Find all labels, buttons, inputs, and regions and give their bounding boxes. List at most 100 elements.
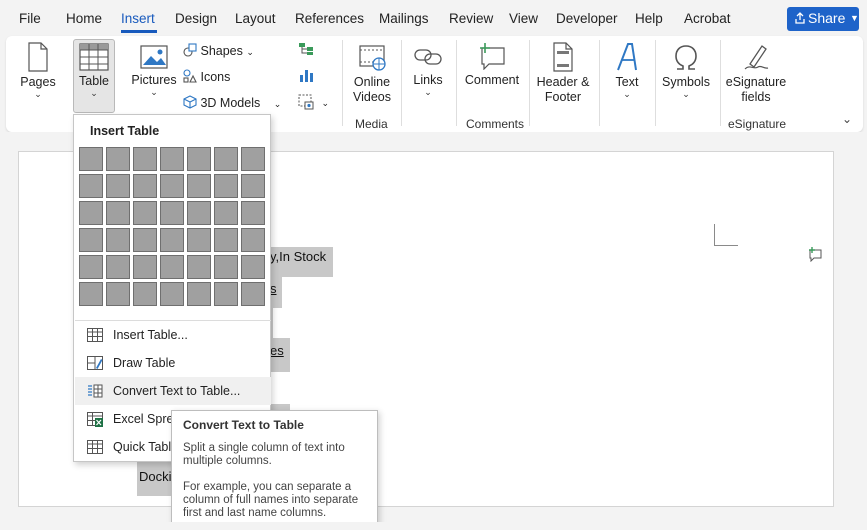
- table-grid-cell[interactable]: [160, 282, 184, 306]
- esignature-fields-button[interactable]: eSignature fields: [725, 42, 787, 105]
- margin-corner-marker: [714, 224, 738, 246]
- table-grid-cell[interactable]: [160, 174, 184, 198]
- convert-text-icon: [88, 384, 103, 398]
- table-grid-cell[interactable]: [79, 147, 103, 171]
- menu-view[interactable]: View: [509, 11, 538, 26]
- table-grid-cell[interactable]: [160, 201, 184, 225]
- online-videos-button[interactable]: Online Videos: [349, 44, 395, 105]
- table-grid-cell[interactable]: [133, 174, 157, 198]
- table-grid-cell[interactable]: [133, 228, 157, 252]
- comment-button[interactable]: Comment: [462, 42, 522, 88]
- table-grid-cell[interactable]: [214, 255, 238, 279]
- table-grid-cell[interactable]: [133, 282, 157, 306]
- table-grid-cell[interactable]: [187, 201, 211, 225]
- links-button[interactable]: Links ⌄: [409, 44, 447, 97]
- menu-mailings[interactable]: Mailings: [379, 11, 429, 26]
- highlighted-text: Docki: [137, 462, 173, 496]
- table-grid-cell[interactable]: [187, 147, 211, 171]
- table-grid-cell[interactable]: [241, 147, 265, 171]
- table-grid-cell[interactable]: [106, 147, 130, 171]
- screenshot-button[interactable]: ⌄: [298, 94, 329, 113]
- menu-acrobat[interactable]: Acrobat: [684, 11, 731, 26]
- table-grid-cell[interactable]: [241, 201, 265, 225]
- chevron-down-icon: ▼: [850, 13, 859, 23]
- online-video-icon: [359, 45, 386, 71]
- table-grid-cell[interactable]: [214, 282, 238, 306]
- table-grid-cell[interactable]: [79, 174, 103, 198]
- menu-review[interactable]: Review: [449, 11, 493, 26]
- chevron-down-icon: ⌄: [424, 87, 432, 97]
- table-grid-cell[interactable]: [241, 174, 265, 198]
- table-grid-cell[interactable]: [106, 228, 130, 252]
- menu-developer[interactable]: Developer: [556, 11, 618, 26]
- table-grid-cell[interactable]: [214, 228, 238, 252]
- shapes-button[interactable]: Shapes ⌄: [183, 43, 254, 58]
- table-grid-cell[interactable]: [106, 255, 130, 279]
- table-grid-cell[interactable]: [160, 228, 184, 252]
- smartart-button[interactable]: [298, 42, 314, 59]
- symbols-button[interactable]: Symbols ⌄: [661, 42, 711, 99]
- table-grid-cell[interactable]: [214, 174, 238, 198]
- table-button[interactable]: Table ⌄: [73, 39, 115, 113]
- table-grid-cell[interactable]: [133, 201, 157, 225]
- 3d-models-button[interactable]: 3D Models ⌄: [183, 95, 281, 110]
- ribbon-separator: [401, 40, 402, 126]
- omega-icon: [675, 45, 697, 70]
- table-grid-cell[interactable]: [79, 201, 103, 225]
- table-grid-cell[interactable]: [160, 147, 184, 171]
- chevron-down-icon: ⌄: [623, 89, 631, 99]
- table-grid-cell[interactable]: [106, 174, 130, 198]
- table-grid-cell[interactable]: [106, 282, 130, 306]
- pages-button[interactable]: Pages ⌄: [16, 42, 60, 99]
- menu-bar: File Home Insert Design Layout Reference…: [0, 0, 867, 36]
- text-fragment: Docki: [139, 469, 172, 484]
- group-label-comments: Comments: [466, 117, 525, 131]
- chart-button[interactable]: [298, 67, 314, 86]
- chevron-down-icon: ⌄: [34, 89, 42, 99]
- add-comment-icon[interactable]: [807, 246, 823, 262]
- table-grid-cell[interactable]: [133, 255, 157, 279]
- comment-icon: [480, 43, 505, 71]
- menu-file[interactable]: File: [19, 11, 41, 26]
- table-grid-cell[interactable]: [160, 255, 184, 279]
- draw-table-menu-item[interactable]: Draw Table: [75, 349, 271, 377]
- menu-design[interactable]: Design: [175, 11, 217, 26]
- table-grid-cell[interactable]: [187, 228, 211, 252]
- table-size-grid[interactable]: [79, 147, 265, 306]
- table-grid-cell[interactable]: [79, 228, 103, 252]
- insert-table-title: Insert Table: [90, 124, 160, 138]
- table-grid-cell[interactable]: [187, 174, 211, 198]
- table-grid-cell[interactable]: [79, 282, 103, 306]
- shapes-label: Shapes: [200, 44, 243, 58]
- icons-button[interactable]: Icons: [183, 69, 230, 84]
- table-grid-cell[interactable]: [241, 228, 265, 252]
- header-footer-icon: [553, 42, 573, 72]
- table-grid-cell[interactable]: [187, 282, 211, 306]
- header-footer-button[interactable]: Header & Footer: [533, 42, 593, 105]
- convert-text-to-table-tooltip: Convert Text to Table Split a single col…: [171, 410, 378, 530]
- chevron-down-icon: ⌄: [246, 47, 254, 57]
- ribbon-collapse-icon[interactable]: ⌄: [842, 112, 852, 126]
- menu-layout[interactable]: Layout: [235, 11, 276, 26]
- table-label: Table: [79, 74, 109, 88]
- table-grid-cell[interactable]: [214, 201, 238, 225]
- table-grid-cell[interactable]: [133, 147, 157, 171]
- text-button[interactable]: Text ⌄: [608, 42, 646, 99]
- menu-references[interactable]: References: [295, 11, 364, 26]
- pictures-button[interactable]: Pictures ⌄: [130, 44, 178, 97]
- menu-home[interactable]: Home: [66, 11, 102, 26]
- share-button[interactable]: Share ▼: [787, 7, 859, 31]
- table-grid-cell[interactable]: [241, 282, 265, 306]
- table-grid-cell[interactable]: [214, 147, 238, 171]
- menu-insert[interactable]: Insert: [121, 11, 155, 26]
- convert-text-to-table-menu-item[interactable]: Convert Text to Table...: [75, 377, 271, 405]
- insert-table-menu-item[interactable]: Insert Table...: [75, 321, 271, 349]
- table-grid-cell[interactable]: [79, 255, 103, 279]
- smartart-icon: [299, 43, 313, 55]
- active-tab-indicator: [121, 30, 157, 33]
- table-grid-cell[interactable]: [241, 255, 265, 279]
- draw-table-label: Draw Table: [113, 356, 176, 370]
- menu-help[interactable]: Help: [635, 11, 663, 26]
- table-grid-cell[interactable]: [106, 201, 130, 225]
- table-grid-cell[interactable]: [187, 255, 211, 279]
